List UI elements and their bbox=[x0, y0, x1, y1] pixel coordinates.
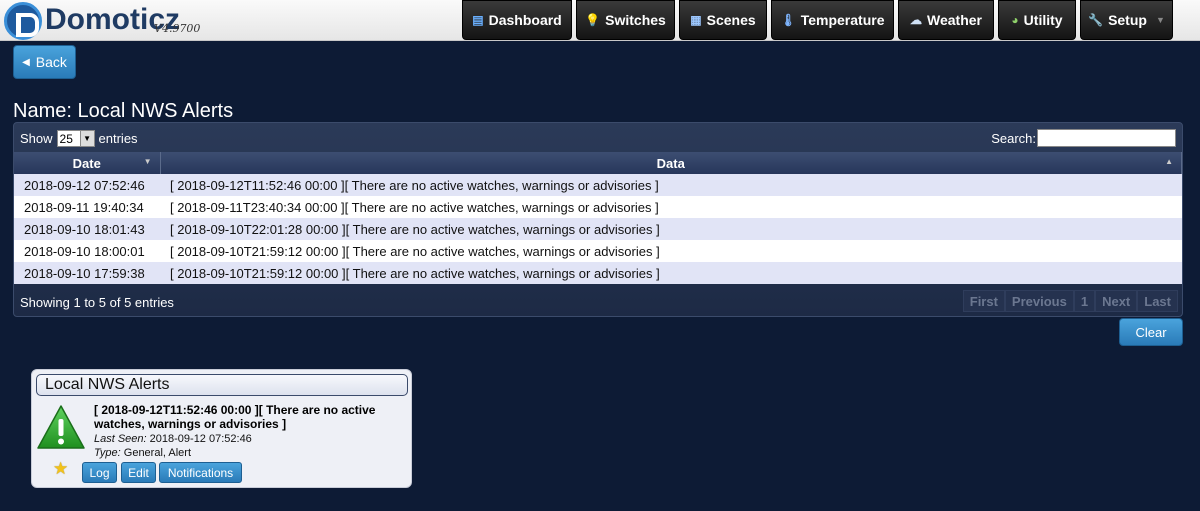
row-date: 2018-09-11 19:40:34 bbox=[14, 196, 160, 218]
log-button[interactable]: Log bbox=[82, 462, 117, 483]
last-seen-label: Last Seen: bbox=[94, 433, 147, 445]
table-info: Showing 1 to 5 of 5 entries bbox=[20, 295, 174, 310]
nav-setup[interactable]: 🔧 Setup ▼ bbox=[1080, 0, 1173, 40]
show-label: Show bbox=[20, 131, 53, 146]
nav-dashboard[interactable]: ▤ Dashboard bbox=[462, 0, 572, 40]
sort-asc-icon: ▲ bbox=[1165, 157, 1173, 166]
device-type: Type: General, Alert bbox=[94, 447, 191, 459]
page-length-control: Show 25 ▼ entries bbox=[20, 130, 138, 147]
device-card: Local NWS Alerts [ 2018-09-12T11:52:46 0… bbox=[31, 369, 412, 488]
nav-label: Temperature bbox=[800, 12, 885, 28]
table-row[interactable]: 2018-09-12 07:52:46 [ 2018-09-12T11:52:4… bbox=[14, 174, 1182, 196]
nav-label: Utility bbox=[1023, 12, 1063, 28]
column-header-label: Data bbox=[656, 155, 685, 171]
column-header-label: Date bbox=[72, 155, 101, 171]
row-data: [ 2018-09-10T21:59:12 00:00 ][ There are… bbox=[160, 262, 1182, 284]
notifications-button[interactable]: Notifications bbox=[159, 462, 242, 483]
device-data: [ 2018-09-12T11:52:46 00:00 ][ There are… bbox=[94, 403, 376, 431]
pager-first-button[interactable]: First bbox=[962, 290, 1005, 312]
log-table: Date ▼ Data ▲ 2018-09-12 07:52:46 [ 2018… bbox=[14, 152, 1182, 284]
pager-last-button[interactable]: Last bbox=[1137, 290, 1178, 312]
row-data: [ 2018-09-10T21:59:12 00:00 ][ There are… bbox=[160, 240, 1182, 262]
entries-select[interactable]: 25 ▼ bbox=[56, 130, 95, 147]
top-bar: Domoticz V4.9700 ▤ Dashboard 💡 Switches … bbox=[0, 0, 1200, 41]
table-row[interactable]: 2018-09-10 17:59:38 [ 2018-09-10T21:59:1… bbox=[14, 262, 1182, 284]
pager-page-1-button[interactable]: 1 bbox=[1073, 290, 1096, 312]
row-date: 2018-09-12 07:52:46 bbox=[14, 174, 160, 196]
thermometer-icon: 🌡 bbox=[780, 13, 796, 27]
row-data: [ 2018-09-11T23:40:34 00:00 ][ There are… bbox=[160, 196, 1182, 218]
pager-next-button[interactable]: Next bbox=[1095, 290, 1138, 312]
row-date: 2018-09-10 17:59:38 bbox=[14, 262, 160, 284]
table-row[interactable]: 2018-09-11 19:40:34 [ 2018-09-11T23:40:3… bbox=[14, 196, 1182, 218]
row-date: 2018-09-10 18:01:43 bbox=[14, 218, 160, 240]
search-input[interactable] bbox=[1037, 129, 1176, 147]
pagination: First Previous 1 Next Last bbox=[962, 290, 1178, 312]
column-header-date[interactable]: Date ▼ bbox=[14, 152, 161, 174]
favorite-star-icon[interactable]: ★ bbox=[53, 459, 68, 479]
search-label: Search: bbox=[991, 130, 1036, 146]
back-label: Back bbox=[35, 54, 67, 70]
nav-scenes[interactable]: ▦ Scenes bbox=[679, 0, 767, 40]
last-seen: Last Seen: 2018-09-12 07:52:46 bbox=[94, 433, 252, 445]
entries-value: 25 bbox=[59, 131, 73, 146]
row-data: [ 2018-09-12T11:52:46 00:00 ][ There are… bbox=[160, 174, 1182, 196]
cloud-rain-icon: ☁ bbox=[910, 13, 922, 27]
type-label: Type: bbox=[94, 447, 121, 459]
lightbulb-icon: 💡 bbox=[585, 13, 601, 27]
nav-label: Scenes bbox=[706, 12, 756, 28]
nav-switches[interactable]: 💡 Switches bbox=[576, 0, 675, 40]
sort-desc-icon: ▼ bbox=[143, 157, 152, 166]
wrench-icon: 🔧 bbox=[1088, 13, 1104, 27]
nav-label: Weather bbox=[927, 12, 982, 28]
clapperboard-icon: ▦ bbox=[690, 13, 702, 27]
column-header-data[interactable]: Data ▲ bbox=[160, 152, 1182, 174]
nav-utility[interactable]: ◕ Utility bbox=[998, 0, 1076, 40]
arrow-left-icon: ◀ bbox=[22, 56, 30, 68]
pager-previous-button[interactable]: Previous bbox=[1004, 290, 1074, 312]
chevron-down-icon: ▼ bbox=[1155, 15, 1165, 25]
table-row[interactable]: 2018-09-10 18:01:43 [ 2018-09-10T22:01:2… bbox=[14, 218, 1182, 240]
gauge-icon: ◕ bbox=[1011, 13, 1019, 27]
row-data: [ 2018-09-10T22:01:28 00:00 ][ There are… bbox=[160, 218, 1182, 240]
nav-weather[interactable]: ☁ Weather bbox=[898, 0, 994, 40]
row-date: 2018-09-10 18:00:01 bbox=[14, 240, 160, 262]
nav-label: Switches bbox=[605, 12, 666, 28]
version-label: V4.9700 bbox=[154, 22, 201, 35]
entries-label: entries bbox=[98, 131, 138, 146]
search-control: Search: bbox=[991, 129, 1176, 147]
page-title: Name: Local NWS Alerts bbox=[13, 100, 234, 122]
nav-label: Dashboard bbox=[488, 12, 562, 28]
dashboard-icon: ▤ bbox=[472, 13, 484, 27]
clear-button[interactable]: Clear bbox=[1119, 318, 1183, 346]
log-table-panel: Show 25 ▼ entries Search: Date ▼ Data ▲ bbox=[13, 122, 1183, 317]
device-title: Local NWS Alerts bbox=[36, 374, 408, 396]
nav-temperature[interactable]: 🌡 Temperature bbox=[771, 0, 894, 40]
alert-warning-icon bbox=[37, 405, 85, 449]
type-value: General, Alert bbox=[123, 447, 192, 459]
domoticz-logo-icon[interactable] bbox=[4, 2, 42, 40]
last-seen-value: 2018-09-12 07:52:46 bbox=[149, 433, 252, 445]
back-button[interactable]: ◀ Back bbox=[13, 45, 76, 79]
nav-label: Setup bbox=[1108, 12, 1147, 28]
chevron-down-icon: ▼ bbox=[79, 131, 94, 146]
edit-button[interactable]: Edit bbox=[121, 462, 156, 483]
table-row[interactable]: 2018-09-10 18:00:01 [ 2018-09-10T21:59:1… bbox=[14, 240, 1182, 262]
